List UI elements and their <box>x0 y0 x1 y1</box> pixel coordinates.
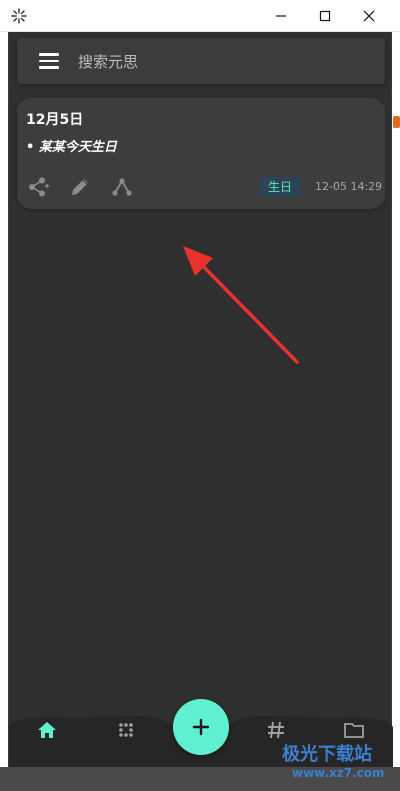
left-desktop-edge <box>0 32 8 767</box>
watermark-text: 极光下载站 <box>282 744 372 765</box>
share-icon[interactable] <box>27 176 49 198</box>
close-icon <box>363 10 375 22</box>
right-desktop-edge <box>392 32 400 767</box>
tag-badge[interactable]: 生日 <box>259 177 302 198</box>
window-titlebar <box>0 0 400 32</box>
app-window: 搜索元思 12月5日 • 某某今天生日 生日 12-05 14:29 <box>8 32 393 767</box>
note-timestamp: 12-05 14:29 <box>315 180 383 193</box>
folder-icon[interactable] <box>343 719 365 741</box>
minimize-button[interactable] <box>258 0 304 32</box>
desktop-badge <box>393 116 400 128</box>
maximize-icon <box>319 10 331 22</box>
graph-icon[interactable] <box>111 176 133 198</box>
note-body: • 某某今天生日 <box>26 140 117 155</box>
close-button[interactable] <box>346 0 392 32</box>
pencil-icon[interactable] <box>69 176 91 198</box>
note-card[interactable]: 12月5日 • 某某今天生日 生日 12-05 14:29 <box>17 98 385 209</box>
hashtag-icon[interactable] <box>265 719 287 741</box>
menu-icon[interactable] <box>39 53 59 69</box>
add-note-button[interactable] <box>173 699 229 755</box>
search-input[interactable]: 搜索元思 <box>78 51 138 72</box>
app-icon <box>11 8 27 24</box>
minimize-icon <box>276 15 286 17</box>
dots-grid-icon[interactable] <box>115 719 137 741</box>
search-bar[interactable]: 搜索元思 <box>17 38 385 84</box>
note-title: 12月5日 <box>26 112 84 128</box>
watermark-url: www.xz7.com <box>292 766 385 780</box>
annotation-arrow <box>183 246 299 364</box>
home-icon[interactable] <box>36 719 58 741</box>
maximize-button[interactable] <box>302 0 348 32</box>
plus-icon <box>192 718 210 736</box>
